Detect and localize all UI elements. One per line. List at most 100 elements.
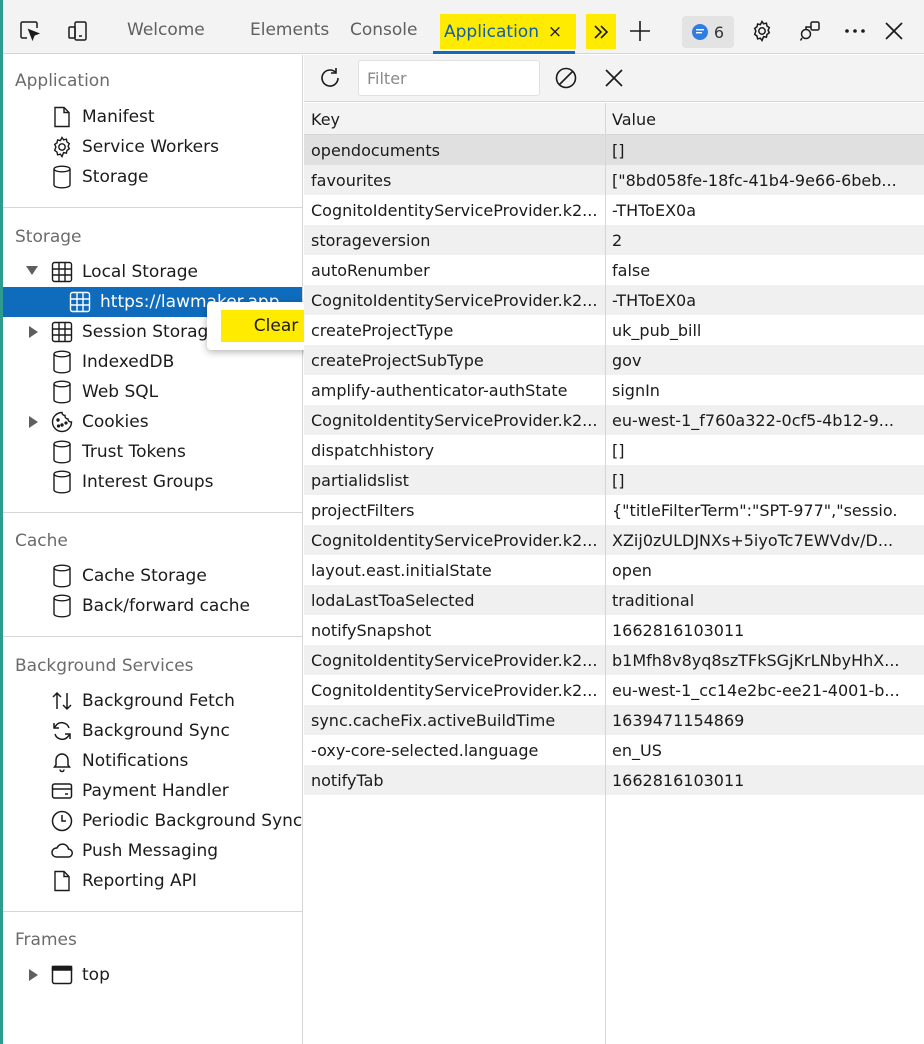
row-value: [] <box>612 470 625 490</box>
column-divider[interactable] <box>605 103 606 1044</box>
table-row[interactable]: notifySnapshot 1662816103011 <box>304 615 924 645</box>
sidebar-item-background-fetch[interactable]: Background Fetch <box>49 686 235 716</box>
document-icon <box>49 868 75 894</box>
sidebar-item-cookies[interactable]: Cookies <box>49 407 149 437</box>
customize-icon[interactable] <box>795 16 825 46</box>
sidebar-item-trust-tokens[interactable]: Trust Tokens <box>49 437 186 467</box>
tab-elements[interactable]: Elements <box>250 6 329 54</box>
table-row[interactable]: createProjectSubType gov <box>304 345 924 375</box>
sidebar-item-web-sql[interactable]: Web SQL <box>49 377 158 407</box>
section-title-storage: Storage <box>15 227 82 247</box>
table-row[interactable]: CognitoIdentityServiceProvider.k2... b1Mf… <box>304 645 924 675</box>
table-row[interactable]: favourites ["8bd058fe-18fc-41b4-9e66-6beb… <box>304 165 924 195</box>
sidebar-item-indexeddb[interactable]: IndexedDB <box>49 347 174 377</box>
sidebar-item-manifest[interactable]: Manifest <box>49 102 155 132</box>
table-row[interactable]: CognitoIdentityServiceProvider.k2... eu-w… <box>304 405 924 435</box>
active-tab-indicator <box>433 51 575 54</box>
table-row[interactable]: -oxy-core-selected.language en_US <box>304 735 924 765</box>
arrows-updown-icon <box>49 688 75 714</box>
table-row[interactable]: createProjectType uk_pub_bill <box>304 315 924 345</box>
sidebar-item-label: Background Fetch <box>82 691 235 711</box>
more-options-icon[interactable] <box>840 16 870 46</box>
tab-console[interactable]: Console <box>350 6 418 54</box>
tab-welcome-label: Welcome <box>127 20 205 40</box>
row-key: sync.cacheFix.activeBuildTime <box>311 710 556 730</box>
row-value: [] <box>612 140 625 160</box>
table-row[interactable]: projectFilters {"titleFilterTerm":"SPT-97… <box>304 495 924 525</box>
table-row[interactable]: CognitoIdentityServiceProvider.k2... -THT… <box>304 195 924 225</box>
sidebar-item-frame-top[interactable]: top <box>49 960 110 990</box>
sidebar-item-session-storage[interactable]: Session Storage <box>49 317 219 347</box>
section-divider <box>3 911 302 912</box>
row-value: 2 <box>612 230 623 250</box>
sidebar-item-back-forward-cache[interactable]: Back/forward cache <box>49 591 250 621</box>
table-row[interactable]: CognitoIdentityServiceProvider.k2... -THT… <box>304 285 924 315</box>
table-row[interactable]: CognitoIdentityServiceProvider.k2... XZij… <box>304 525 924 555</box>
clear-all-icon[interactable] <box>551 63 581 93</box>
sidebar-item-push-messaging[interactable]: Push Messaging <box>49 836 218 866</box>
row-key: notifySnapshot <box>311 620 432 640</box>
collapsed-triangle-icon[interactable] <box>27 325 41 339</box>
column-header-key[interactable]: Key <box>311 103 340 135</box>
table-row[interactable]: lodaLastToaSelected traditional <box>304 585 924 615</box>
table-row[interactable]: storageversion 2 <box>304 225 924 255</box>
table-icon <box>67 289 93 315</box>
row-value: -THToEX0a <box>612 200 697 220</box>
table-row[interactable]: sync.cacheFix.activeBuildTime 16394711548… <box>304 705 924 735</box>
issues-count: 6 <box>713 22 725 42</box>
sidebar-item-payment-handler[interactable]: Payment Handler <box>49 776 229 806</box>
row-value: {"titleFilterTerm":"SPT-977","sessio... <box>612 500 898 520</box>
close-tab-icon[interactable]: × <box>543 14 567 49</box>
more-tabs-icon[interactable] <box>586 14 616 49</box>
table-row[interactable]: amplify-authenticator-authState signIn <box>304 375 924 405</box>
sidebar-item-interest-groups[interactable]: Interest Groups <box>49 467 214 497</box>
row-value: b1Mfh8v8yq8szTFkSGjKrLNbyHhX... <box>612 650 898 670</box>
collapsed-triangle-icon[interactable] <box>27 415 41 429</box>
filter-input[interactable] <box>358 60 540 96</box>
row-key: amplify-authenticator-authState <box>311 380 568 400</box>
database-icon <box>49 349 75 375</box>
card-icon <box>49 778 75 804</box>
close-devtools-icon[interactable] <box>879 16 909 46</box>
device-emulation-icon[interactable] <box>63 16 93 46</box>
sidebar-item-storage[interactable]: Storage <box>49 162 149 192</box>
sidebar-item-label: IndexedDB <box>82 352 175 372</box>
sidebar-item-label: Trust Tokens <box>82 442 186 462</box>
database-icon <box>49 439 75 465</box>
refresh-icon[interactable] <box>315 63 345 93</box>
section-divider <box>3 207 302 208</box>
tab-console-label: Console <box>350 20 418 40</box>
settings-gear-icon[interactable] <box>747 16 777 46</box>
sidebar-item-background-sync[interactable]: Background Sync <box>49 716 230 746</box>
sidebar-item-notifications[interactable]: Notifications <box>49 746 188 776</box>
sidebar-item-label: Service Workers <box>82 137 219 157</box>
table-row[interactable]: opendocuments [] <box>304 135 924 165</box>
section-divider <box>3 636 302 637</box>
table-icon <box>49 259 75 285</box>
sidebar-item-local-storage[interactable]: Local Storage <box>49 257 198 287</box>
expanded-triangle-icon[interactable] <box>25 264 39 278</box>
collapsed-triangle-icon[interactable] <box>27 968 41 982</box>
section-title-frames: Frames <box>15 930 77 950</box>
column-header-value[interactable]: Value <box>612 103 656 135</box>
sidebar-item-label: Payment Handler <box>82 781 229 801</box>
table-row[interactable]: partialidslist [] <box>304 465 924 495</box>
add-tab-icon[interactable] <box>625 16 655 46</box>
sidebar-item-label: Background Sync <box>82 721 230 741</box>
table-row[interactable]: autoRenumber false <box>304 255 924 285</box>
sidebar-item-service-workers[interactable]: Service Workers <box>49 132 219 162</box>
table-row[interactable]: notifyTab 1662816103011 <box>304 765 924 795</box>
sidebar-item-reporting-api[interactable]: Reporting API <box>49 866 197 896</box>
delete-selected-icon[interactable] <box>599 63 629 93</box>
storage-toolbar <box>304 55 924 102</box>
table-row[interactable]: layout.east.initialState open <box>304 555 924 585</box>
sidebar-item-label: Local Storage <box>82 262 198 282</box>
table-row[interactable]: CognitoIdentityServiceProvider.k2... eu-w… <box>304 675 924 705</box>
table-row[interactable]: dispatchhistory [] <box>304 435 924 465</box>
issues-counter-button[interactable]: 6 <box>682 16 734 48</box>
sidebar-item-cache-storage[interactable]: Cache Storage <box>49 561 207 591</box>
inspect-element-icon[interactable] <box>15 16 45 46</box>
tab-welcome[interactable]: Welcome <box>127 6 205 54</box>
sidebar-item-label: Back/forward cache <box>82 596 250 616</box>
sidebar-item-periodic-background-sync[interactable]: Periodic Background Sync <box>49 806 302 836</box>
